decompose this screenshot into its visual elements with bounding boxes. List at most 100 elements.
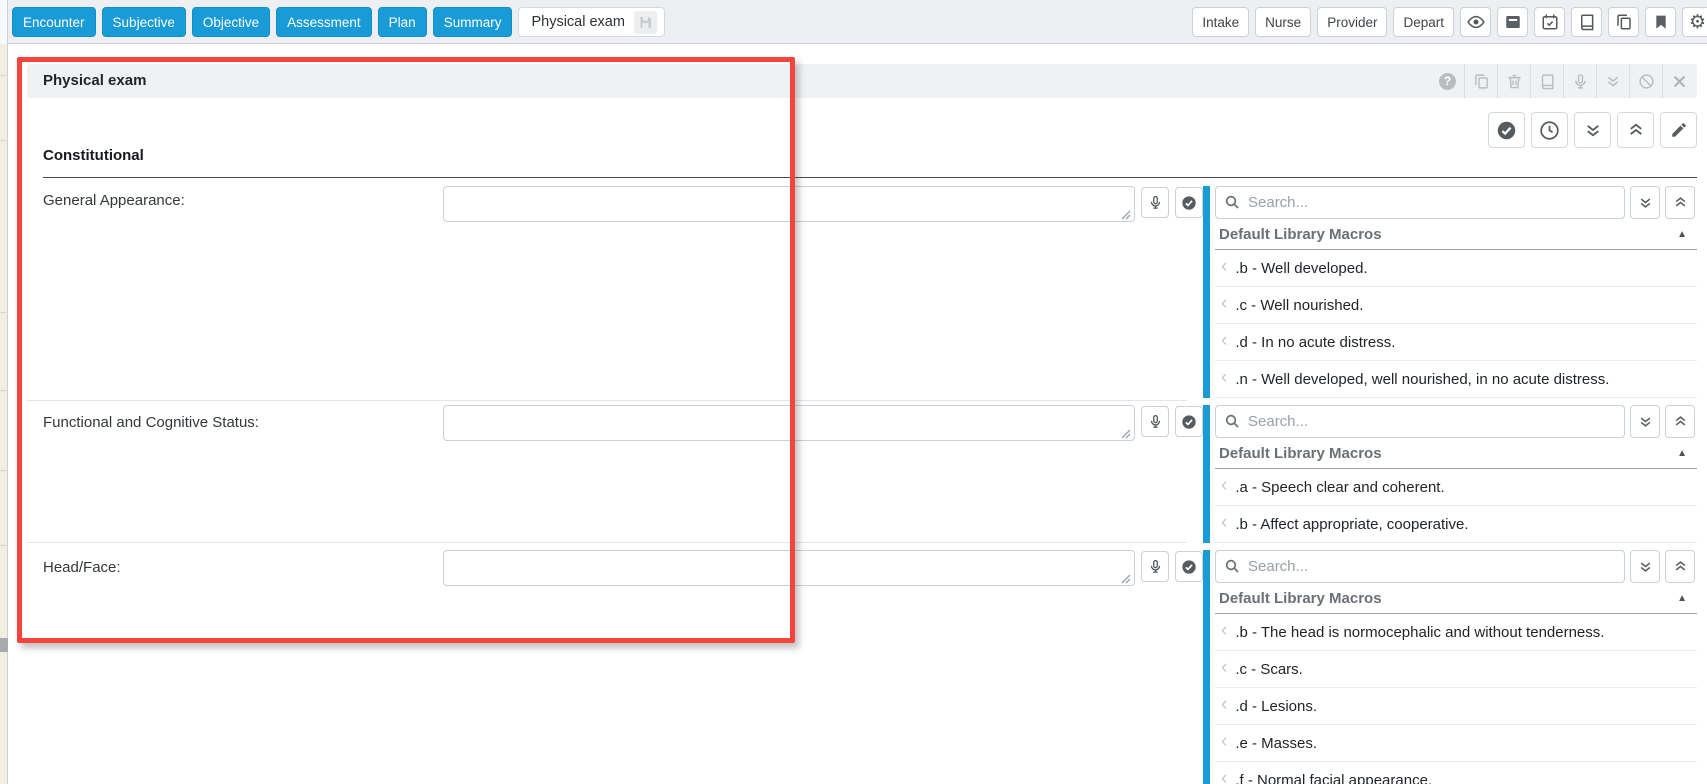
expand-all-icon[interactable] (1630, 550, 1660, 583)
macro-item[interactable]: ‹ .c - Scars. (1215, 651, 1697, 688)
nav-button-summary[interactable]: Summary (432, 7, 513, 37)
archive-icon[interactable] (1497, 7, 1528, 37)
expand-all-icon[interactable] (1630, 405, 1660, 438)
form-header-icons: ? (1431, 64, 1695, 98)
macro-group-title: Default Library Macros (1219, 589, 1382, 607)
form-action-buttons (1488, 112, 1697, 148)
macro-item[interactable]: ‹ .f - Normal facial appearance. (1215, 762, 1697, 784)
search-icon (1225, 559, 1239, 573)
insert-chevron-icon: ‹ (1221, 657, 1228, 678)
clock-icon[interactable] (1531, 112, 1568, 148)
macro-item[interactable]: ‹ .a - Speech clear and coherent. (1215, 469, 1697, 506)
bookmark-icon[interactable] (1645, 7, 1676, 37)
macro-item-label: .b - Affect appropriate, cooperative. (1235, 515, 1469, 533)
provider-button[interactable]: Provider (1317, 7, 1388, 37)
toolbar-left-edge (0, 0, 8, 44)
search-input[interactable] (1215, 405, 1625, 438)
insert-chevron-icon: ‹ (1221, 768, 1228, 784)
strip-tick (0, 75, 8, 76)
macro-item[interactable]: ‹ .b - The head is normocephalic and with… (1215, 614, 1697, 651)
help-icon[interactable]: ? (1431, 64, 1464, 98)
general-appearance-textarea[interactable] (443, 186, 1135, 222)
microphone-icon[interactable] (1141, 406, 1169, 437)
macro-list: ‹ .b - Well developed. ‹ .c - Well nourish… (1210, 250, 1697, 398)
side-strip[interactable] (0, 44, 8, 784)
macro-item[interactable]: ‹ .b - Affect appropriate, cooperative. (1215, 506, 1697, 543)
macro-list: ‹ .a - Speech clear and coherent. ‹ .b - A… (1210, 469, 1697, 543)
nav-button-plan[interactable]: Plan (377, 7, 427, 37)
section-heading: Constitutional (43, 147, 144, 164)
check-circle-icon[interactable] (1175, 187, 1203, 218)
copy-icon[interactable] (1608, 7, 1639, 37)
microphone-icon[interactable] (1563, 64, 1596, 98)
collapse-triangle-icon: ▲ (1677, 228, 1687, 240)
macro-search (1215, 550, 1625, 583)
field-label: Head/Face: (43, 559, 121, 576)
intake-button[interactable]: Intake (1192, 7, 1250, 37)
trash-icon[interactable] (1497, 64, 1530, 98)
expand-all-icon[interactable] (1574, 112, 1611, 148)
row-divider (27, 542, 1187, 543)
row-divider (27, 400, 1187, 401)
functional-cognitive-textarea[interactable] (443, 405, 1135, 441)
macro-group-title: Default Library Macros (1219, 444, 1382, 462)
macro-item[interactable]: ‹ .d - Lesions. (1215, 688, 1697, 725)
macro-group-header[interactable]: Default Library Macros ▲ (1215, 438, 1697, 469)
nav-button-objective[interactable]: Objective (191, 7, 271, 37)
expand-all-icon[interactable] (1630, 186, 1660, 219)
depart-button[interactable]: Depart (1393, 7, 1454, 37)
search-icon (1225, 195, 1239, 209)
form-title: Physical exam (43, 72, 147, 89)
macro-item-label: .e - Masses. (1235, 734, 1318, 752)
nav-button-encounter[interactable]: Encounter (12, 7, 96, 37)
collapse-all-icon[interactable] (1617, 112, 1654, 148)
search-input[interactable] (1215, 186, 1625, 219)
close-icon[interactable] (1662, 64, 1695, 98)
field-label: Functional and Cognitive Status: (43, 414, 259, 431)
nav-button-assessment[interactable]: Assessment (276, 7, 372, 37)
macro-panel: Default Library Macros ▲ ‹ .b - Well deve… (1203, 186, 1697, 398)
field-row-head-face: Head/Face: Default Libra (27, 542, 1697, 784)
nav-button-subjective[interactable]: Subjective (101, 7, 186, 37)
strip-scroll-thumb[interactable] (0, 638, 8, 652)
check-circle-icon[interactable] (1175, 406, 1203, 437)
check-circle-icon[interactable] (1488, 112, 1525, 148)
microphone-icon[interactable] (1141, 551, 1169, 582)
macro-item-label: .d - Lesions. (1235, 697, 1318, 715)
collapse-all-icon[interactable] (1665, 186, 1695, 219)
nurse-button[interactable]: Nurse (1255, 7, 1312, 37)
gear-icon[interactable]: ⚙ (1682, 7, 1707, 37)
calendar-check-icon[interactable] (1534, 7, 1565, 37)
macro-group-header[interactable]: Default Library Macros ▲ (1215, 583, 1697, 614)
edit-icon[interactable] (1660, 112, 1697, 148)
search-input[interactable] (1215, 550, 1625, 583)
book-icon[interactable] (1571, 7, 1602, 37)
macro-item[interactable]: ‹ .b - Well developed. (1215, 250, 1697, 287)
collapse-all-icon[interactable] (1665, 405, 1695, 438)
ban-icon[interactable] (1629, 64, 1662, 98)
macro-search (1215, 186, 1625, 219)
strip-tick (0, 470, 8, 471)
tab-physical-exam[interactable]: Physical exam (518, 7, 665, 37)
macro-search-row (1210, 550, 1697, 583)
eye-icon[interactable] (1460, 7, 1491, 37)
book-icon[interactable] (1530, 64, 1563, 98)
macro-item[interactable]: ‹ .c - Well nourished. (1215, 287, 1697, 324)
collapse-all-icon[interactable] (1665, 550, 1695, 583)
microphone-icon[interactable] (1141, 187, 1169, 218)
collapse-down-icon[interactable] (1596, 64, 1629, 98)
insert-chevron-icon: ‹ (1221, 293, 1228, 314)
macro-item[interactable]: ‹ .n - Well developed, well nourished, in… (1215, 361, 1697, 398)
insert-chevron-icon: ‹ (1221, 367, 1228, 388)
macro-search-row (1210, 405, 1697, 438)
macro-item[interactable]: ‹ .d - In no acute distress. (1215, 324, 1697, 361)
macro-item[interactable]: ‹ .e - Masses. (1215, 725, 1697, 762)
macro-group-header[interactable]: Default Library Macros ▲ (1215, 219, 1697, 250)
help-glyph: ? (1439, 72, 1456, 90)
check-circle-icon[interactable] (1175, 551, 1203, 582)
macro-item-label: .n - Well developed, well nourished, in … (1235, 370, 1610, 388)
copy-icon[interactable] (1464, 64, 1497, 98)
save-icon[interactable] (633, 10, 657, 34)
head-face-textarea[interactable] (443, 550, 1135, 586)
insert-chevron-icon: ‹ (1221, 512, 1228, 533)
